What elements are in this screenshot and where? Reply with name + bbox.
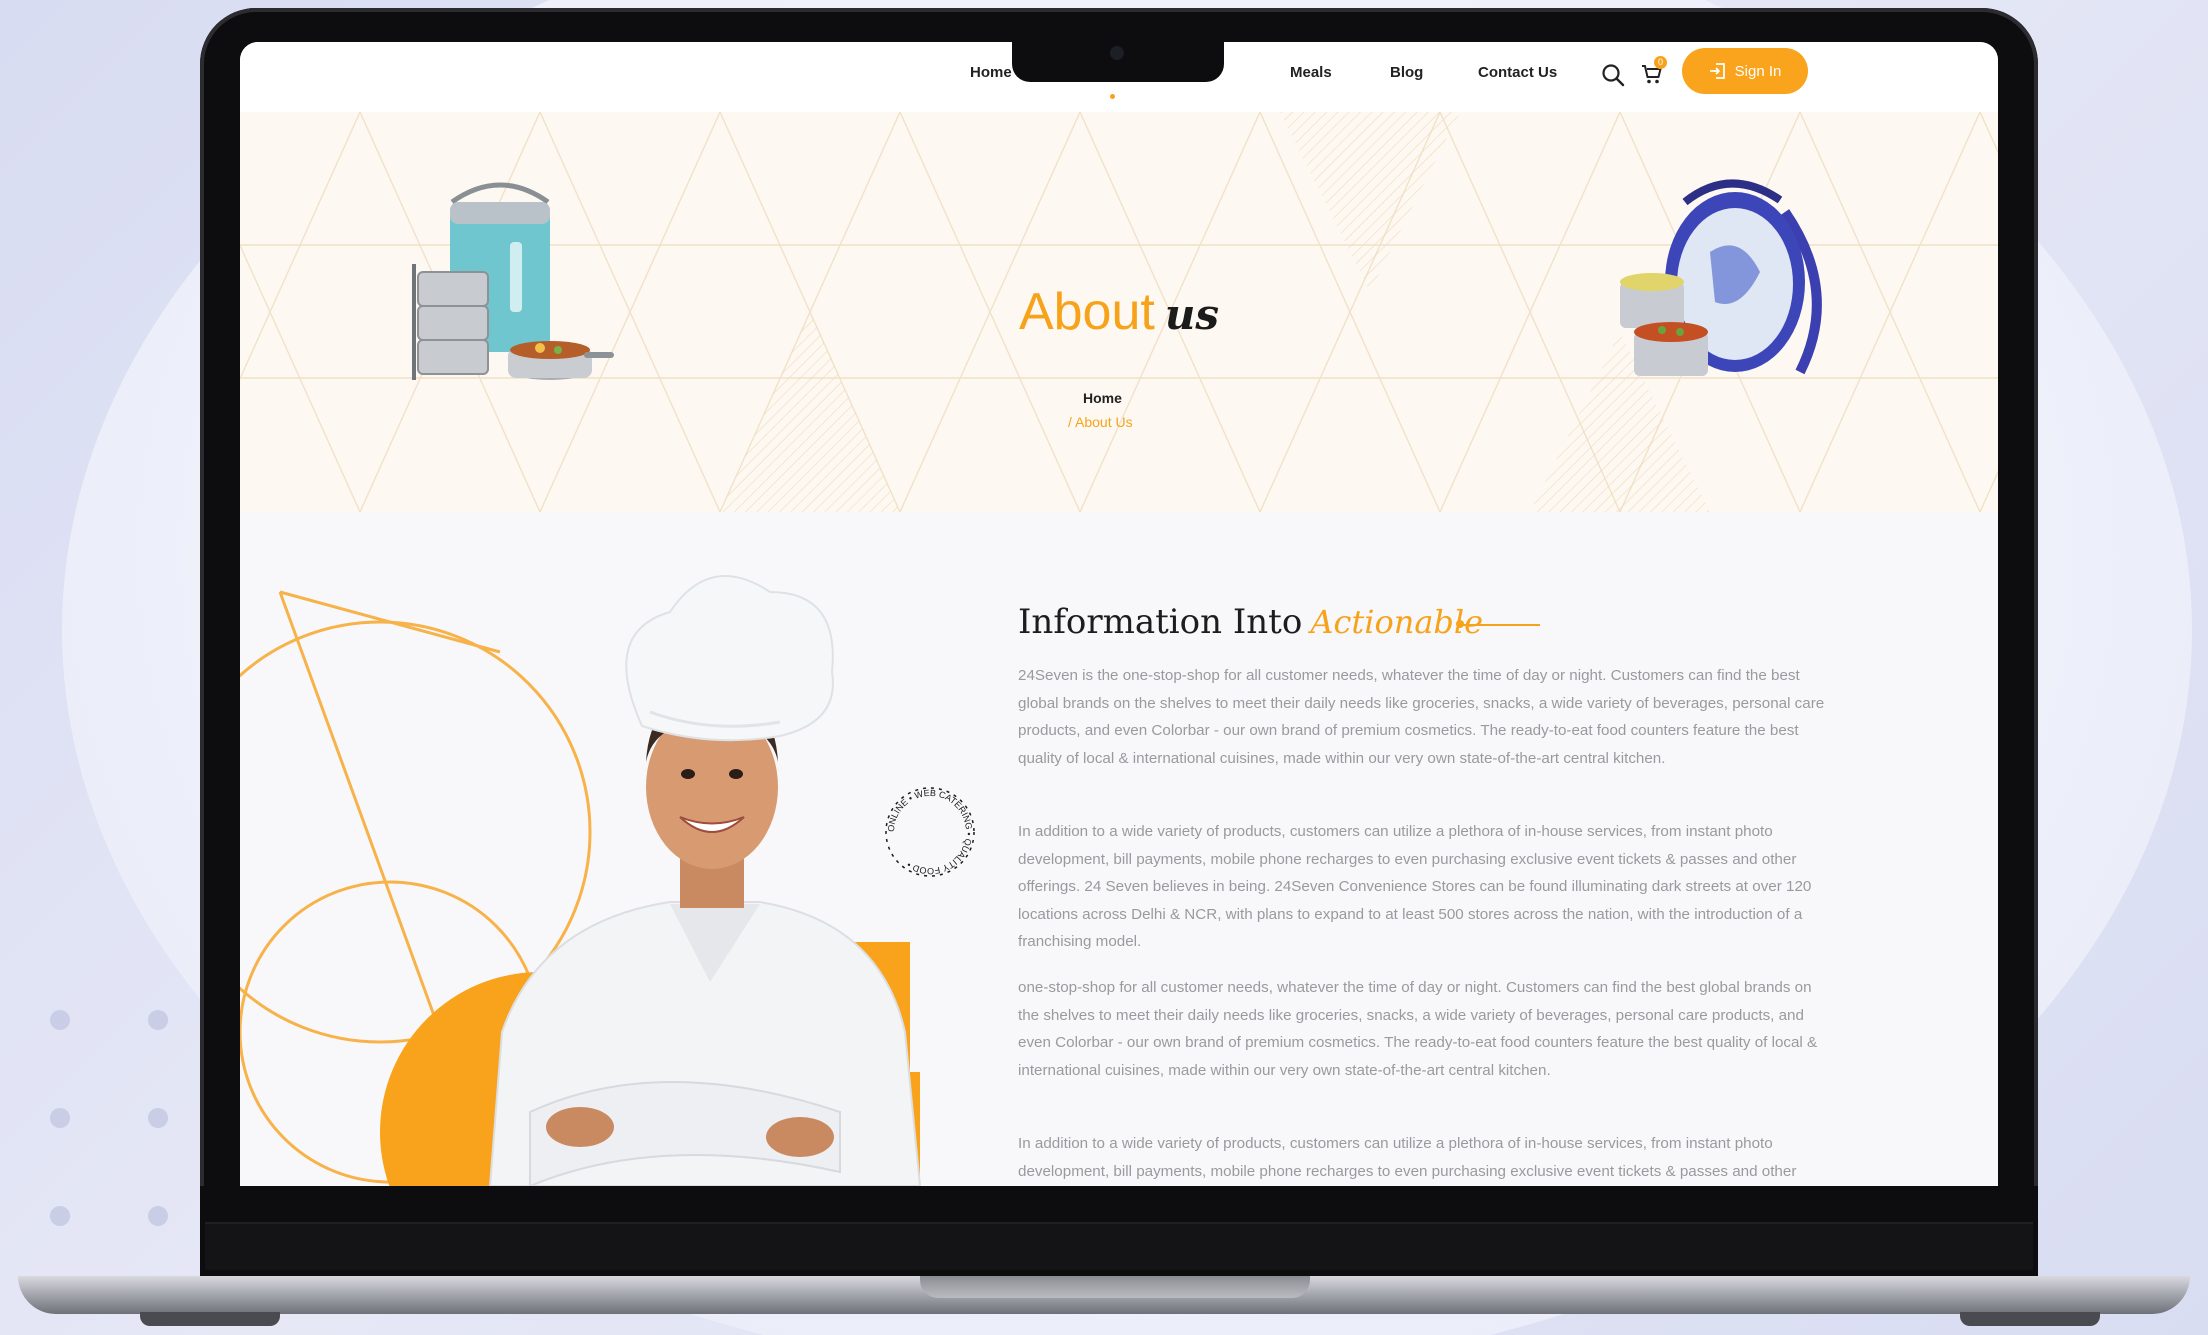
nav-meals[interactable]: Meals bbox=[1290, 64, 1332, 81]
sign-in-label: Sign In bbox=[1734, 62, 1782, 80]
sign-in-icon bbox=[1709, 63, 1725, 79]
rotating-badge-text: ONLINE • WEB CATERING • QUALITY FOOD • bbox=[886, 788, 974, 876]
about-paragraph: In addition to a wide variety of product… bbox=[1018, 823, 1812, 950]
laptop-screen: Home ices Meals Blog Contact Us 0 Sign I… bbox=[240, 42, 1998, 1186]
nav-contact-us[interactable]: Contact Us bbox=[1478, 64, 1557, 81]
decorative-dot bbox=[50, 1010, 70, 1030]
decorative-dot bbox=[50, 1206, 70, 1226]
laptop-base-notch bbox=[920, 1276, 1310, 1298]
laptop-foot bbox=[1960, 1312, 2100, 1326]
breadcrumb-home[interactable]: Home bbox=[1083, 390, 1122, 406]
decorative-dot bbox=[148, 1108, 168, 1128]
active-nav-indicator bbox=[1110, 94, 1115, 99]
about-paragraph: one-stop-shop for all customer needs, wh… bbox=[1018, 979, 1818, 1079]
laptop-foot bbox=[140, 1312, 280, 1326]
cart-count-badge: 0 bbox=[1654, 56, 1667, 69]
decorative-dot bbox=[148, 1206, 168, 1226]
sign-in-button[interactable]: Sign In bbox=[1682, 48, 1808, 94]
nav-blog[interactable]: Blog bbox=[1390, 64, 1423, 81]
about-paragraph: In addition to a wide variety of product… bbox=[1018, 1135, 1797, 1180]
hero-banner: About us Home / About Us bbox=[240, 112, 1998, 512]
breadcrumb-current: / About Us bbox=[1068, 414, 1133, 430]
search-icon[interactable] bbox=[1600, 62, 1626, 88]
decorative-dot bbox=[50, 1108, 70, 1128]
page-title: About us bbox=[240, 282, 1998, 342]
about-paragraph: 24Seven is the one-stop-shop for all cus… bbox=[1018, 667, 1825, 767]
nav-home[interactable]: Home bbox=[970, 64, 1012, 81]
decorative-dot bbox=[148, 1010, 168, 1030]
chef-illustration: ONLINE • WEB CATERING • QUALITY FOOD • bbox=[240, 575, 975, 1186]
laptop-hinge bbox=[205, 1222, 2033, 1270]
about-section: ONLINE • WEB CATERING • QUALITY FOOD • I… bbox=[240, 512, 1998, 1186]
page-title-script: us bbox=[1164, 290, 1220, 339]
section-title: Information Into Actionable bbox=[1018, 602, 1483, 642]
camera bbox=[1110, 46, 1124, 60]
title-decoration-line bbox=[1460, 624, 1540, 626]
section-title-main: Information Into bbox=[1018, 602, 1303, 642]
page-title-main: About bbox=[1018, 283, 1155, 341]
